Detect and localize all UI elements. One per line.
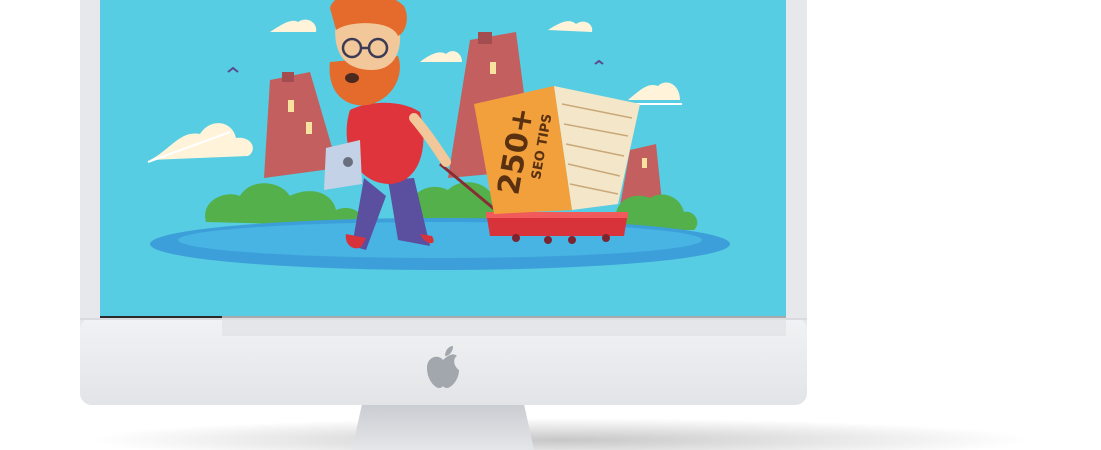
floor-shadow: [90, 418, 1030, 450]
imac-monitor-scene: 250+ SEO TIPS: [80, 0, 1030, 450]
monitor-stand: [352, 404, 534, 450]
book-box: 250+ SEO TIPS: [474, 86, 640, 214]
screen: 250+ SEO TIPS: [100, 0, 786, 336]
